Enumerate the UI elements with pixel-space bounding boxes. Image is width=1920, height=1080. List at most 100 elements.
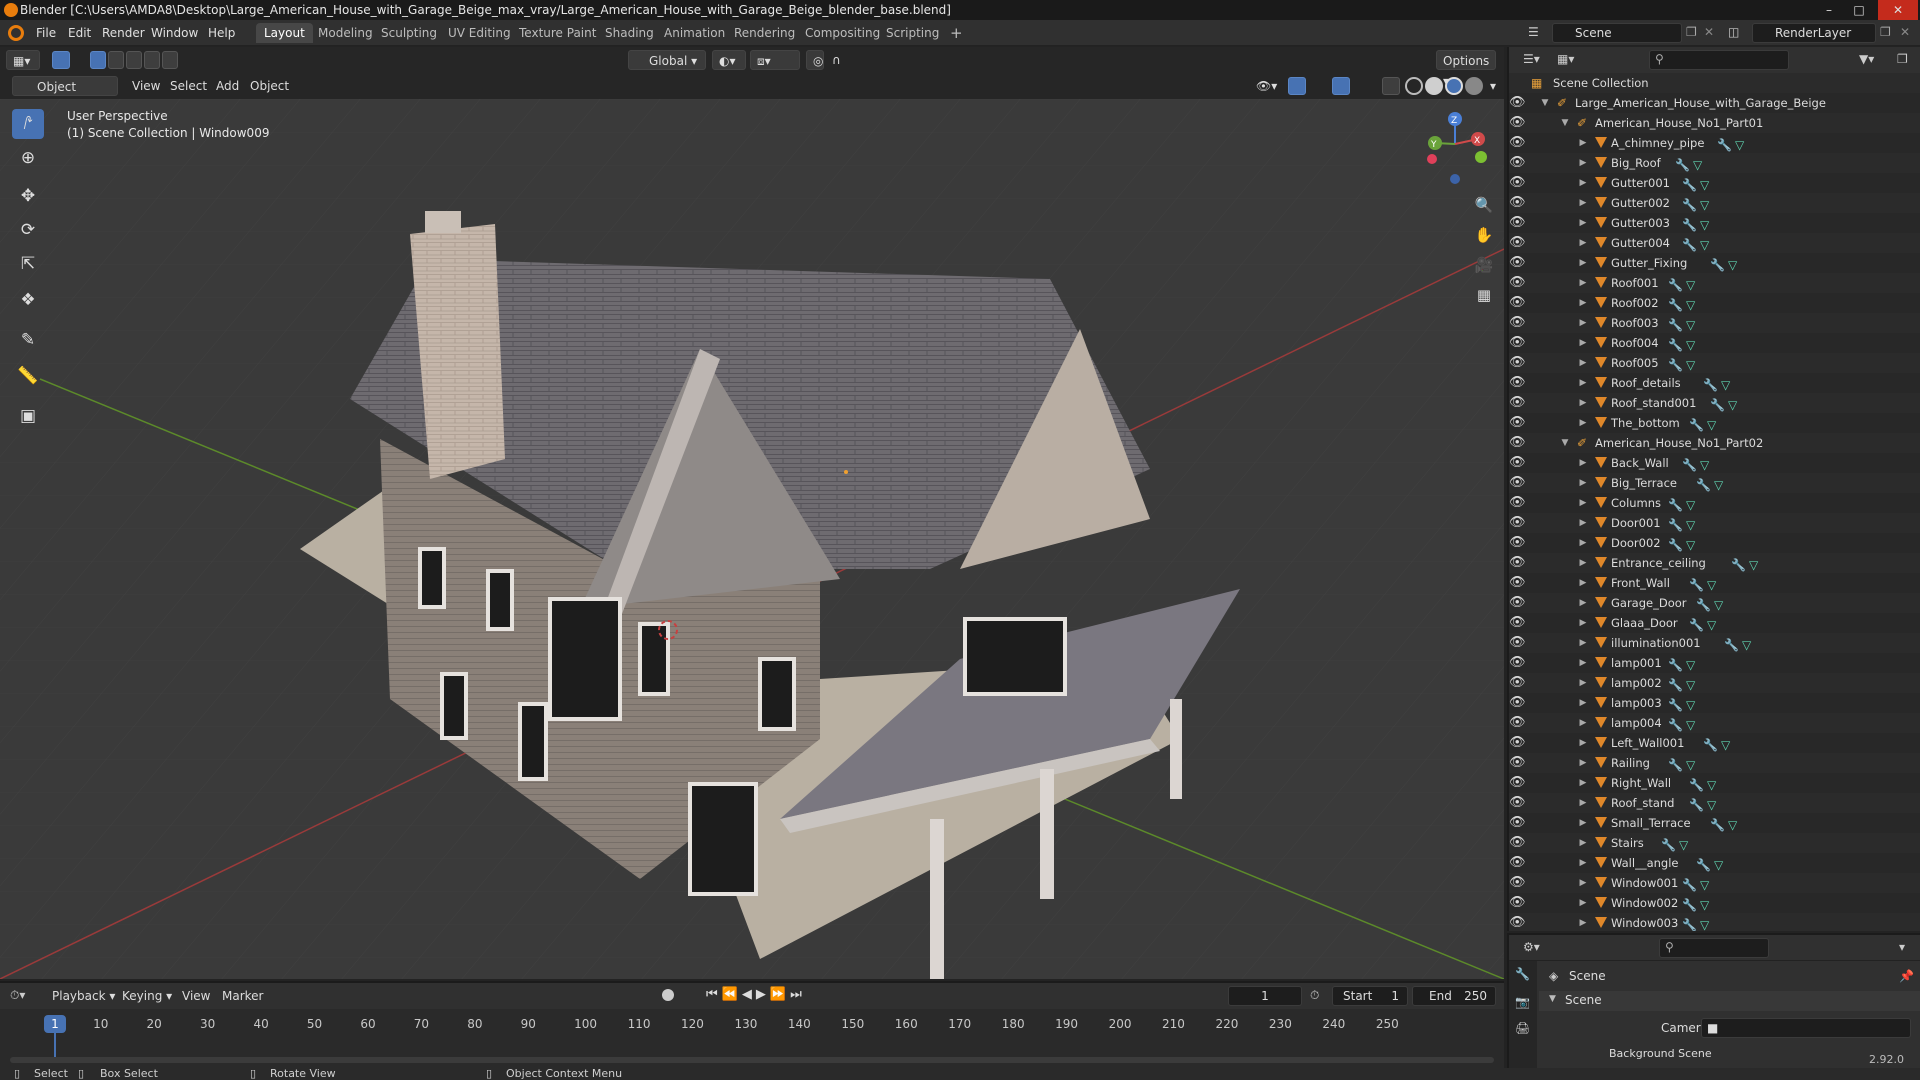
visibility-eye-icon[interactable]: 👁: [1509, 173, 1526, 193]
menu-object[interactable]: Object: [244, 76, 295, 96]
modifier-icon[interactable]: 🔧: [1703, 375, 1718, 395]
visibility-eye-icon[interactable]: 👁: [1509, 293, 1526, 313]
select-mode-invert-icon[interactable]: [162, 51, 178, 69]
scene-selector-icon[interactable]: ☰: [1528, 25, 1539, 39]
visibility-eye-icon[interactable]: 👁: [1509, 313, 1526, 333]
outliner-item[interactable]: ▶ Roof_stand 🔧 ▽ 👁: [1509, 793, 1920, 813]
expand-icon[interactable]: ▶: [1577, 853, 1589, 873]
visibility-eye-icon[interactable]: 👁: [1509, 253, 1526, 273]
mesh-data-icon[interactable]: ▽: [1728, 395, 1737, 415]
tab-layout[interactable]: Layout: [256, 23, 313, 43]
visibility-eye-icon[interactable]: 👁: [1509, 273, 1526, 293]
mesh-data-icon[interactable]: ▽: [1686, 315, 1695, 335]
gizmo-neg-x[interactable]: [1427, 154, 1437, 164]
outliner-item[interactable]: ▶ Small_Terrace 🔧 ▽ 👁: [1509, 813, 1920, 833]
mesh-data-icon[interactable]: ▽: [1700, 875, 1709, 895]
outliner-item[interactable]: ▶ Gutter004 🔧 ▽ 👁: [1509, 233, 1920, 253]
visibility-eye-icon[interactable]: 👁: [1509, 133, 1526, 153]
menu-render[interactable]: Render: [96, 24, 151, 42]
modifier-icon[interactable]: 🔧: [1682, 915, 1697, 931]
visibility-icon[interactable]: 👁▾: [1250, 76, 1283, 96]
camera-view-icon[interactable]: 🎥: [1471, 252, 1497, 278]
modifier-icon[interactable]: 🔧: [1710, 395, 1725, 415]
mesh-data-icon[interactable]: ▽: [1707, 775, 1716, 795]
visibility-eye-icon[interactable]: 👁: [1509, 373, 1526, 393]
outliner-item[interactable]: ▶ Roof_stand001 🔧 ▽ 👁: [1509, 393, 1920, 413]
expand-icon[interactable]: ▶: [1577, 213, 1589, 233]
select-box-tool-icon[interactable]: ⭚: [12, 109, 44, 139]
pan-hand-icon[interactable]: ✋: [1471, 222, 1497, 248]
mesh-data-icon[interactable]: ▽: [1714, 595, 1723, 615]
visibility-eye-icon[interactable]: 👁: [1509, 813, 1526, 833]
outliner-item[interactable]: ▶ Front_Wall 🔧 ▽ 👁: [1509, 573, 1920, 593]
expand-icon[interactable]: ▶: [1577, 833, 1589, 853]
modifier-icon[interactable]: 🔧: [1710, 255, 1725, 275]
modifier-icon[interactable]: 🔧: [1717, 135, 1732, 155]
expand-icon[interactable]: ▶: [1577, 733, 1589, 753]
visibility-eye-icon[interactable]: 👁: [1509, 453, 1526, 473]
visibility-eye-icon[interactable]: 👁: [1509, 833, 1526, 853]
view-layer-field[interactable]: RenderLayer: [1752, 23, 1876, 43]
visibility-eye-icon[interactable]: 👁: [1509, 213, 1526, 233]
outliner-item[interactable]: ▶ Roof003 🔧 ▽ 👁: [1509, 313, 1920, 333]
scene-field[interactable]: Scene: [1552, 23, 1682, 43]
outliner-item[interactable]: ▶ Roof002 🔧 ▽ 👁: [1509, 293, 1920, 313]
mesh-data-icon[interactable]: ▽: [1686, 495, 1695, 515]
modifier-icon[interactable]: 🔧: [1689, 575, 1704, 595]
expand-icon[interactable]: ▶: [1577, 373, 1589, 393]
expand-icon[interactable]: ▶: [1577, 693, 1589, 713]
modifier-icon[interactable]: 🔧: [1689, 795, 1704, 815]
camera-field[interactable]: [1701, 1018, 1911, 1038]
outliner-item[interactable]: ▶ Wall__angle 🔧 ▽ 👁: [1509, 853, 1920, 873]
modifier-icon[interactable]: 🔧: [1696, 595, 1711, 615]
outliner-item[interactable]: ▶ Garage_Door 🔧 ▽ 👁: [1509, 593, 1920, 613]
visibility-eye-icon[interactable]: 👁: [1509, 693, 1526, 713]
solid-shading-icon[interactable]: [1425, 77, 1443, 95]
snap-icon[interactable]: ⧈▾: [750, 50, 800, 70]
visibility-eye-icon[interactable]: 👁: [1509, 713, 1526, 733]
expand-icon[interactable]: ▼: [1559, 113, 1571, 133]
editor-type-icon[interactable]: ▦▾: [6, 50, 40, 70]
visibility-eye-icon[interactable]: 👁: [1509, 913, 1526, 931]
select-mode-intersect-icon[interactable]: [144, 51, 160, 69]
outliner-item[interactable]: ▶ Big_Terrace 🔧 ▽ 👁: [1509, 473, 1920, 493]
modifier-icon[interactable]: 🔧: [1668, 715, 1683, 735]
rendered-shading-icon[interactable]: [1465, 77, 1483, 95]
tab-compositing[interactable]: Compositing: [797, 23, 888, 43]
mesh-data-icon[interactable]: ▽: [1707, 795, 1716, 815]
modifier-icon[interactable]: 🔧: [1696, 855, 1711, 875]
mesh-data-icon[interactable]: ▽: [1714, 475, 1723, 495]
mesh-data-icon[interactable]: ▽: [1686, 695, 1695, 715]
mesh-data-icon[interactable]: ▽: [1700, 195, 1709, 215]
expand-icon[interactable]: ▶: [1577, 453, 1589, 473]
visibility-eye-icon[interactable]: 👁: [1509, 193, 1526, 213]
visibility-eye-icon[interactable]: 👁: [1509, 533, 1526, 553]
outliner-item[interactable]: ▶ Roof005 🔧 ▽ 👁: [1509, 353, 1920, 373]
modifier-icon[interactable]: 🔧: [1682, 895, 1697, 915]
visibility-eye-icon[interactable]: 👁: [1509, 353, 1526, 373]
mesh-data-icon[interactable]: ▽: [1721, 735, 1730, 755]
expand-icon[interactable]: ▶: [1577, 773, 1589, 793]
blender-menu-icon[interactable]: [8, 25, 24, 41]
material-shading-icon[interactable]: [1445, 77, 1463, 95]
visibility-eye-icon[interactable]: 👁: [1509, 433, 1526, 453]
outliner-collection[interactable]: ▼ ✐ Large_American_House_with_Garage_Beige…: [1509, 93, 1920, 113]
xray-toggle-icon[interactable]: [1382, 77, 1400, 95]
visibility-eye-icon[interactable]: 👁: [1509, 893, 1526, 913]
modifier-icon[interactable]: 🔧: [1668, 695, 1683, 715]
view-layer-icon[interactable]: ◫: [1728, 25, 1739, 39]
expand-icon[interactable]: ▶: [1577, 533, 1589, 553]
expand-icon[interactable]: ▶: [1577, 253, 1589, 273]
expand-icon[interactable]: ▶: [1577, 653, 1589, 673]
outliner-item[interactable]: ▶ lamp003 🔧 ▽ 👁: [1509, 693, 1920, 713]
outliner-group[interactable]: ▼ ✐ American_House_No1_Part02 👁: [1509, 433, 1920, 453]
visibility-eye-icon[interactable]: 👁: [1509, 733, 1526, 753]
expand-icon[interactable]: ▶: [1577, 333, 1589, 353]
outliner-item[interactable]: ▶ Left_Wall001 🔧 ▽ 👁: [1509, 733, 1920, 753]
timeline-scrollbar[interactable]: [10, 1057, 1494, 1063]
outliner-group[interactable]: ▼ ✐ American_House_No1_Part01 👁: [1509, 113, 1920, 133]
modifier-icon[interactable]: 🔧: [1682, 455, 1697, 475]
expand-icon[interactable]: ▶: [1577, 813, 1589, 833]
expand-icon[interactable]: ▶: [1577, 673, 1589, 693]
visibility-eye-icon[interactable]: 👁: [1509, 153, 1526, 173]
